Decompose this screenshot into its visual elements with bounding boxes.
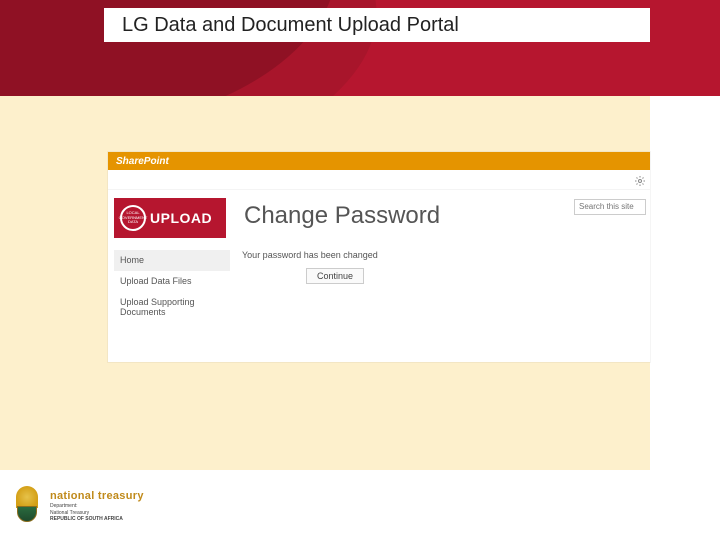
sharepoint-top-strip: [108, 170, 650, 190]
side-nav: Home Upload Data Files Upload Supporting…: [108, 250, 230, 323]
settings-area[interactable]: [634, 174, 646, 186]
nav-home[interactable]: Home: [114, 250, 230, 271]
slide-footer: national treasury Department: National T…: [0, 482, 720, 530]
sharepoint-ribbon[interactable]: SharePoint: [108, 152, 650, 170]
logo-text-upload: UPLOAD: [150, 210, 212, 226]
page-title: Change Password: [244, 202, 440, 238]
search-input[interactable]: [574, 199, 646, 215]
slide-title-bar: LG Data and Document Upload Portal: [104, 8, 650, 42]
sharepoint-window: SharePoint LOCAL GOVERNMENT DATA UPLOAD …: [108, 152, 650, 362]
main-pane: Your password has been changed Continue: [230, 250, 650, 323]
slide-header-band: LG Data and Document Upload Portal: [0, 0, 720, 96]
upload-logo[interactable]: LOCAL GOVERNMENT DATA UPLOAD: [114, 198, 226, 238]
logo-text-data: DATA: [128, 220, 138, 224]
nav-upload-supporting-docs[interactable]: Upload Supporting Documents: [114, 292, 230, 324]
coat-of-arms-icon: [10, 486, 44, 526]
upload-logo-circle: LOCAL GOVERNMENT DATA: [120, 205, 146, 231]
footer-line1: Department:: [50, 503, 144, 509]
sharepoint-ribbon-label: SharePoint: [116, 156, 169, 167]
gear-icon: [634, 175, 646, 187]
sharepoint-header-row: LOCAL GOVERNMENT DATA UPLOAD Change Pass…: [108, 190, 650, 238]
footer-text-block: national treasury Department: National T…: [50, 490, 144, 522]
continue-button[interactable]: Continue: [306, 268, 364, 284]
footer-line3: REPUBLIC OF SOUTH AFRICA: [50, 516, 144, 522]
slide-title: LG Data and Document Upload Portal: [122, 14, 459, 37]
slide-body-background: SharePoint LOCAL GOVERNMENT DATA UPLOAD …: [0, 96, 650, 470]
status-message: Your password has been changed: [242, 250, 650, 260]
search-wrap: [574, 196, 646, 215]
sharepoint-lower-row: Home Upload Data Files Upload Supporting…: [108, 250, 650, 323]
nav-upload-data-files[interactable]: Upload Data Files: [114, 271, 230, 292]
footer-org: national treasury: [50, 490, 144, 502]
